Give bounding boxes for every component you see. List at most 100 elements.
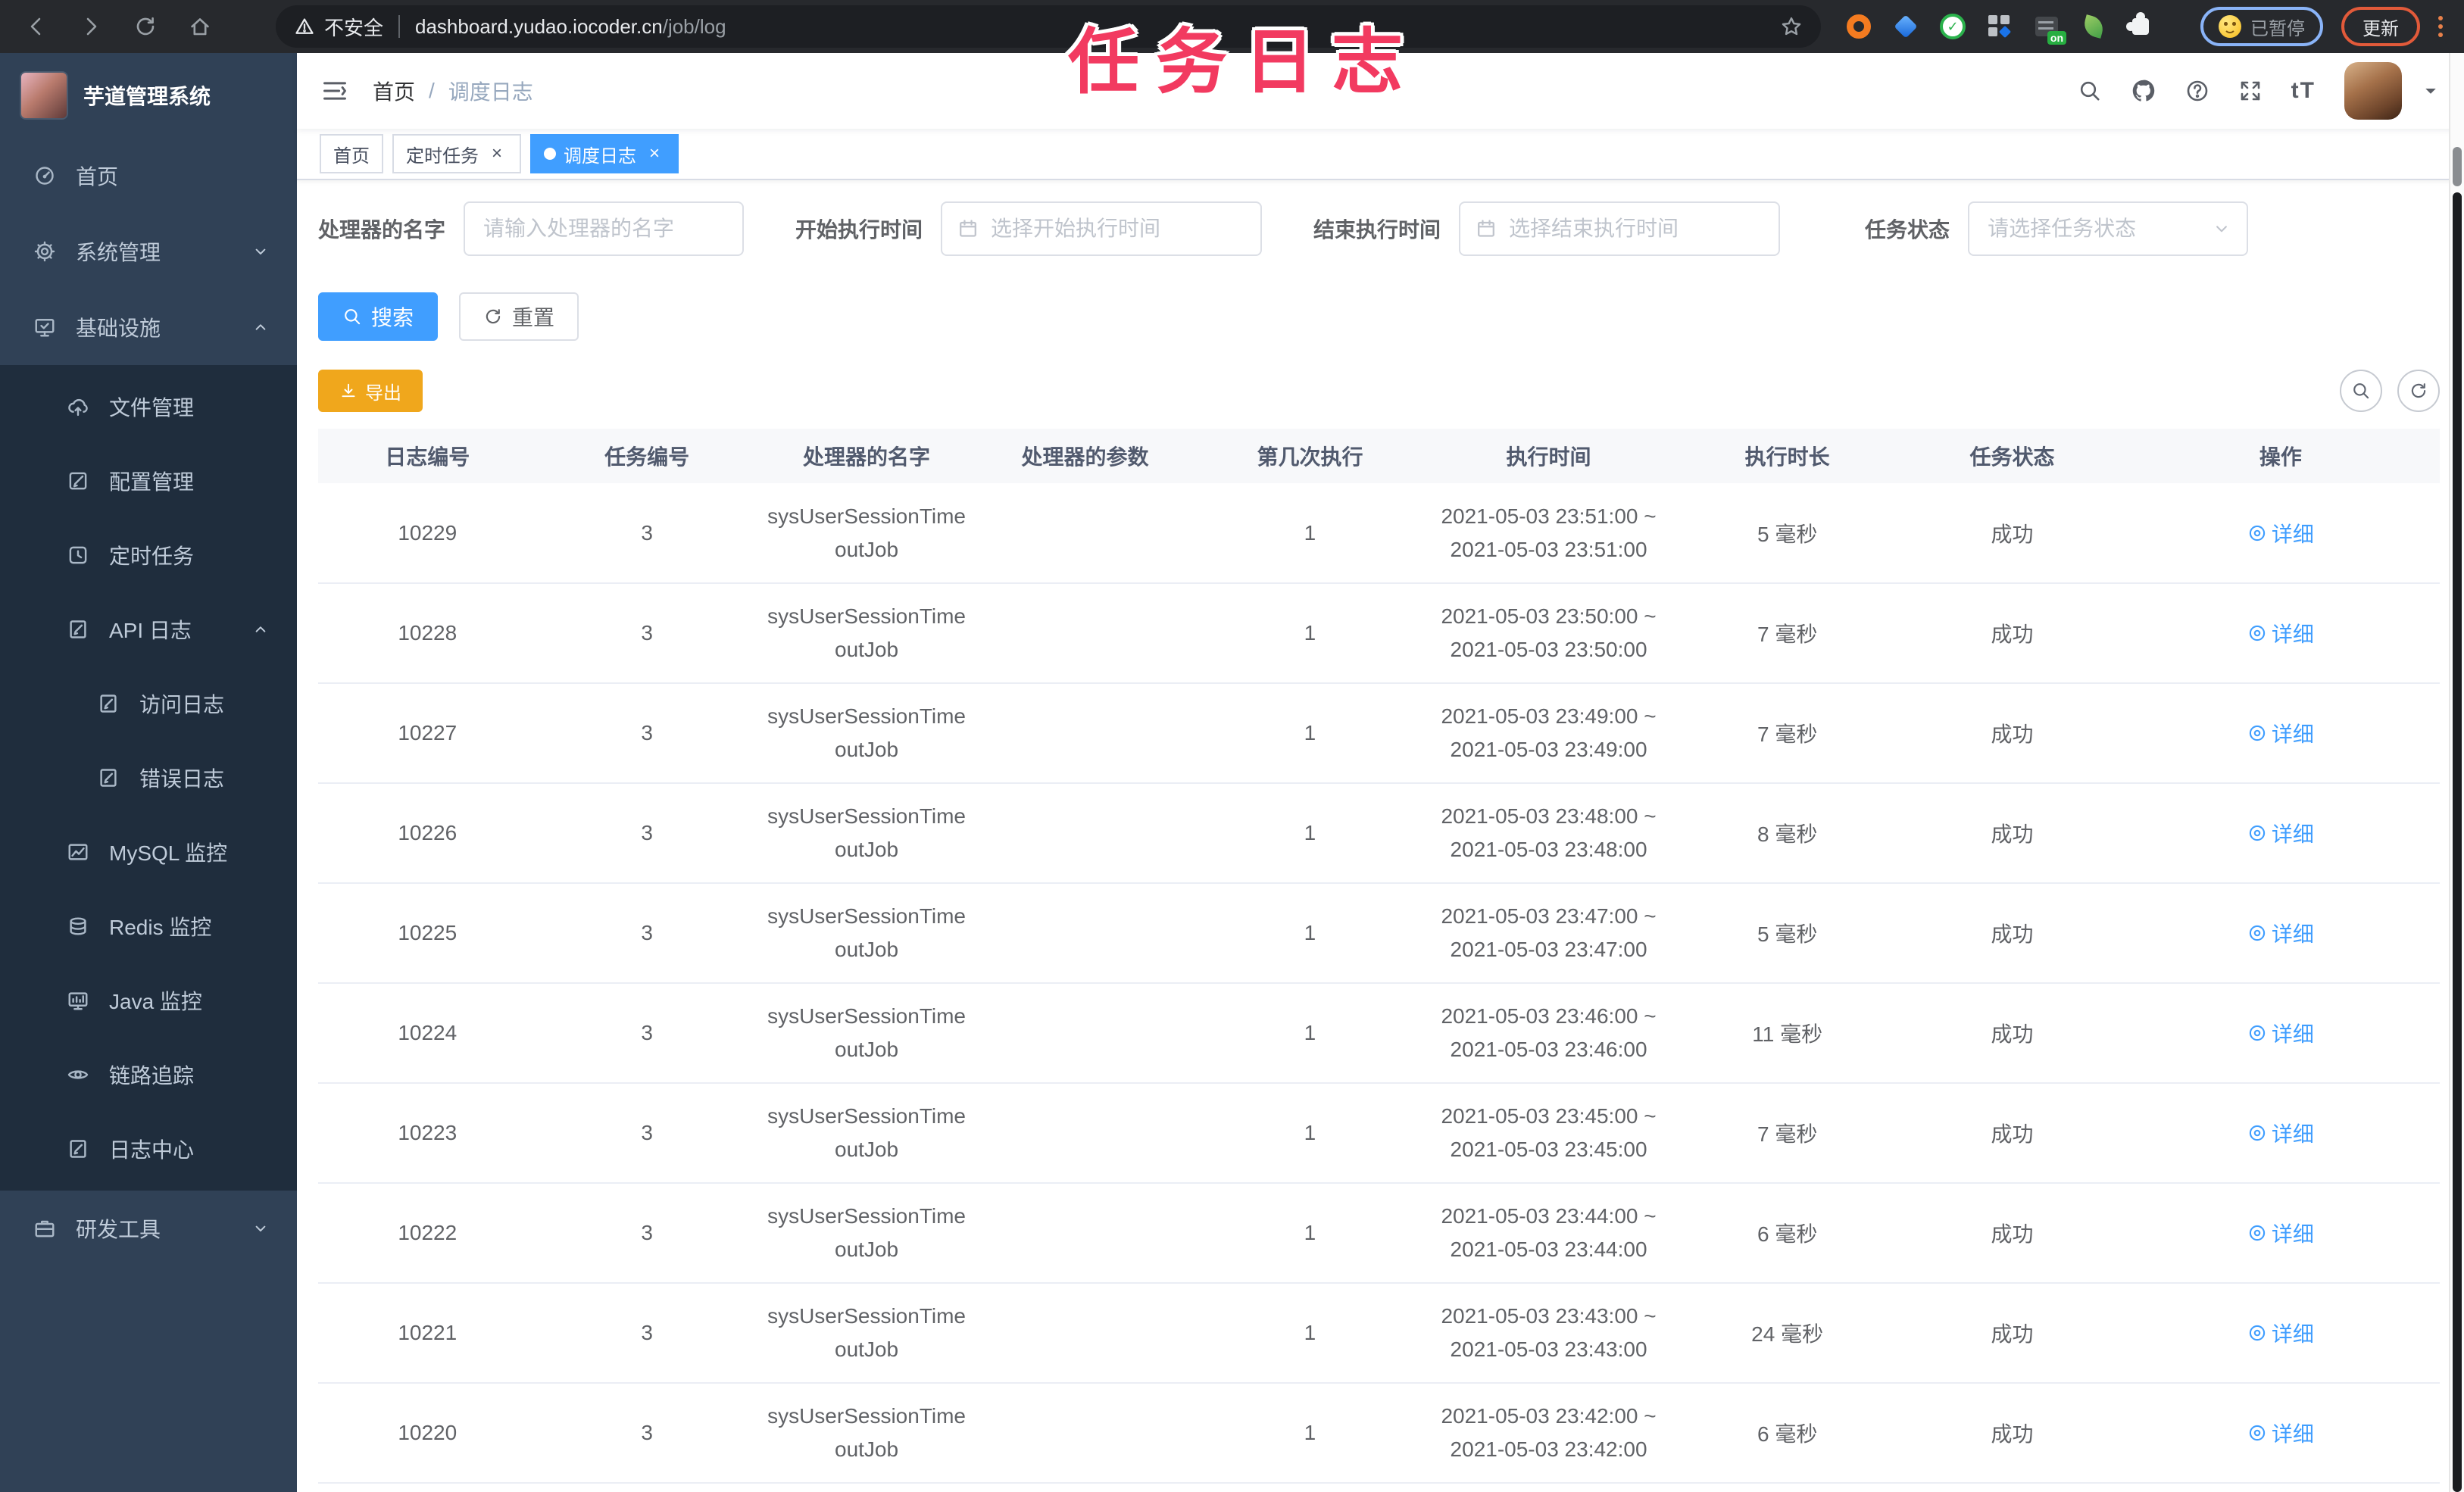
cell-log-id: 10223 xyxy=(318,1083,537,1184)
sidebar-item-3[interactable]: 文件管理 xyxy=(0,370,297,444)
sidebar-item-0[interactable]: 首页 xyxy=(0,138,297,214)
search-button[interactable]: 搜索 xyxy=(318,292,439,341)
url-host[interactable]: dashboard.yudao.iocoder.cn xyxy=(415,15,663,39)
sidebar-item-label: Redis 监控 xyxy=(109,916,212,939)
reset-button[interactable]: 重置 xyxy=(459,292,579,341)
extension-grid-icon[interactable] xyxy=(1986,13,2013,40)
scrollbar-thumb[interactable] xyxy=(2453,192,2462,1492)
font-size-icon[interactable]: tT xyxy=(2291,78,2316,104)
detail-link[interactable]: 详细 xyxy=(2247,818,2314,848)
chevron-up-icon xyxy=(251,318,270,336)
toggle-search-button[interactable] xyxy=(2340,370,2382,412)
cell-log-id: 10227 xyxy=(318,683,537,784)
extension-orange-ring-icon[interactable] xyxy=(1845,13,1872,40)
avatar[interactable] xyxy=(2344,62,2402,120)
refresh-table-button[interactable] xyxy=(2397,370,2440,412)
download-icon xyxy=(342,383,355,398)
extension-puzzle-icon[interactable] xyxy=(2126,12,2154,40)
sidebar-item-2[interactable]: 基础设施 xyxy=(0,289,297,365)
extension-leaf-icon[interactable] xyxy=(2080,13,2107,40)
filter-input[interactable] xyxy=(1506,215,1764,242)
sidebar-item-6[interactable]: API 日志 xyxy=(0,592,297,666)
sidebar-item-1[interactable]: 系统管理 xyxy=(0,214,297,289)
tab-首页[interactable]: 首页 xyxy=(320,134,383,173)
sidebar-item-label: 基础设施 xyxy=(76,317,161,340)
sidebar-item-8[interactable]: 错误日志 xyxy=(0,741,297,815)
column-header: 执行时间 xyxy=(1426,429,1672,483)
detail-link[interactable]: 详细 xyxy=(2247,518,2314,548)
sidebar-item-11[interactable]: Java 监控 xyxy=(0,963,297,1038)
sidebar-item-12[interactable]: 链路追踪 xyxy=(0,1038,297,1112)
extension-green-check-icon[interactable]: ✓ xyxy=(1939,13,1966,40)
github-icon[interactable] xyxy=(2131,78,2156,104)
home-icon[interactable] xyxy=(179,5,221,48)
chevron-down-icon xyxy=(251,242,270,261)
export-button[interactable]: 导出 xyxy=(318,370,423,412)
cell-actions: 详细 xyxy=(2121,1183,2440,1284)
detail-link[interactable]: 详细 xyxy=(2247,618,2314,648)
filter-input[interactable] xyxy=(480,215,728,242)
detail-link[interactable]: 详细 xyxy=(2247,1318,2314,1348)
detail-link[interactable]: 详细 xyxy=(2247,918,2314,948)
detail-link[interactable]: 详细 xyxy=(2247,1118,2314,1148)
bookmark-star-icon[interactable] xyxy=(1780,15,1803,38)
cell-job-id: 3 xyxy=(536,783,757,884)
tab-调度日志[interactable]: 调度日志 × xyxy=(530,134,679,173)
filter-text-field[interactable] xyxy=(464,201,745,256)
close-icon[interactable]: × xyxy=(644,143,665,164)
fullscreen-icon[interactable] xyxy=(2238,79,2263,103)
url-path[interactable]: /job/log xyxy=(663,15,726,39)
filter-input[interactable] xyxy=(1985,215,2203,242)
reload-icon[interactable] xyxy=(124,5,167,48)
tab-定时任务[interactable]: 定时任务 × xyxy=(392,134,521,173)
extension-on-badge-icon[interactable]: on xyxy=(2033,13,2066,45)
breadcrumb-home[interactable]: 首页 xyxy=(373,76,415,106)
detail-link[interactable]: 详细 xyxy=(2247,1418,2314,1448)
cell-param xyxy=(976,683,1195,784)
filter-select-field[interactable] xyxy=(1968,201,2249,256)
forward-icon[interactable] xyxy=(70,5,112,48)
app-logo-row[interactable]: 芋道管理系统 xyxy=(0,53,297,138)
filter-date-field[interactable] xyxy=(941,201,1263,256)
sidebar-item-7[interactable]: 访问日志 xyxy=(0,666,297,741)
chevron-down-icon xyxy=(251,1219,270,1238)
sidebar-item-9[interactable]: MySQL 监控 xyxy=(0,815,297,889)
detail-link[interactable]: 详细 xyxy=(2247,718,2314,748)
help-icon[interactable] xyxy=(2185,79,2209,103)
sidebar-item-10[interactable]: Redis 监控 xyxy=(0,889,297,963)
avatar-caret-down-icon[interactable] xyxy=(2422,82,2440,100)
detail-link[interactable]: 详细 xyxy=(2247,1018,2314,1048)
sidebar-item-label: API 日志 xyxy=(109,619,192,642)
detail-link[interactable]: 详细 xyxy=(2247,1218,2314,1248)
column-header: 执行时长 xyxy=(1672,429,1903,483)
close-icon[interactable]: × xyxy=(486,143,507,164)
header-search-icon[interactable] xyxy=(2078,79,2102,103)
extension-blue-gem-icon[interactable] xyxy=(1892,13,1919,40)
browser-update-button[interactable]: 更新 xyxy=(2341,7,2420,46)
back-icon[interactable] xyxy=(15,5,58,48)
column-header: 第几次执行 xyxy=(1194,429,1426,483)
filter-input[interactable] xyxy=(988,215,1246,242)
filter-date-field[interactable] xyxy=(1459,201,1781,256)
hamburger-icon[interactable] xyxy=(321,77,348,105)
security-warning-icon[interactable] xyxy=(294,16,315,37)
profile-paused-pill[interactable]: 已暂停 xyxy=(2200,7,2323,46)
browser-menu-icon[interactable] xyxy=(2438,16,2443,37)
cell-actions: 详细 xyxy=(2121,1283,2440,1384)
security-label[interactable]: 不安全 xyxy=(324,13,383,41)
search-icon xyxy=(345,309,361,325)
cell-job-id: 3 xyxy=(536,1383,757,1484)
table-header-row: 日志编号 任务编号 处理器的名字 处理器的参数 第几次执行 执行时间 执行时长 任务状态 操作 xyxy=(318,429,2440,483)
cell-job-id: 3 xyxy=(536,1283,757,1384)
sidebar-item-5[interactable]: 定时任务 xyxy=(0,518,297,592)
cell-handler: sysUserSessionTimeoutJob xyxy=(757,1383,976,1484)
sidebar-item-13[interactable]: 日志中心 xyxy=(0,1112,297,1186)
sidebar-item-4[interactable]: 配置管理 xyxy=(0,444,297,518)
cell-actions: 详细 xyxy=(2121,883,2440,984)
address-bar[interactable]: 不安全 dashboard.yudao.iocoder.cn/job/log xyxy=(276,5,1821,48)
cell-exec-time: 2021-05-03 23:47:00 ~2021-05-03 23:47:00 xyxy=(1426,883,1672,984)
page-scrollbar[interactable] xyxy=(2449,53,2464,1492)
scrollbar-cap[interactable] xyxy=(2453,147,2462,186)
sidebar-item-14[interactable]: 研发工具 xyxy=(0,1191,297,1266)
detail-link-label: 详细 xyxy=(2271,1422,2314,1446)
